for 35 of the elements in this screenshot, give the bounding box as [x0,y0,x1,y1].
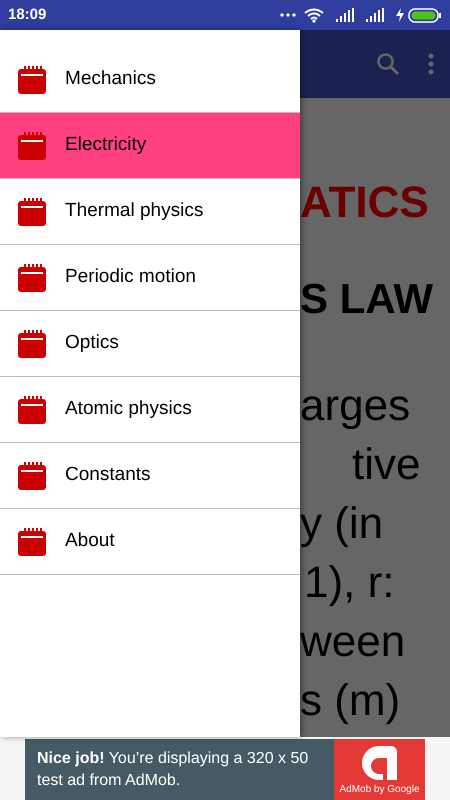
drawer-item[interactable]: Periodic motion [0,245,300,311]
body-text-line: 1), r: [303,557,396,609]
clock-time: 18:09 [8,4,46,25]
drawer-item[interactable]: Atomic physics [0,377,300,443]
calendar-icon [17,526,47,556]
drawer-item[interactable]: Thermal physics [0,179,300,245]
calendar-icon [17,328,47,358]
calendar-icon [17,460,47,490]
calendar-icon [17,196,47,226]
body-text-line: s (m) [300,675,402,727]
calendar-icon [17,394,47,424]
body-text-line: arges [300,380,412,432]
ad-text: Nice job! You’re displaying a 320 x 50 test ad from AdMob. [37,748,310,790]
logo-icon [360,744,398,780]
battery-icon [408,8,442,22]
drawer-item[interactable]: Constants [0,443,300,509]
brand-text: AdMob by Google [339,784,420,796]
heading-text: ATICS [300,178,430,228]
drawer-item[interactable]: Mechanics [0,47,300,113]
dots-icon [280,13,296,17]
wifi-icon [304,8,324,22]
calendar-icon [17,262,47,292]
body-text-line: y (in [300,498,384,550]
signal-icon [366,8,384,22]
more-options-icon[interactable] [428,53,434,75]
charging-icon [396,8,404,22]
drawer-item[interactable]: Optics [0,311,300,377]
drawer-item[interactable]: Electricity [0,113,300,179]
drawer-item[interactable]: About [0,509,300,575]
calendar-icon [17,64,47,94]
signal-icon [336,8,354,22]
subheading-text: S LAW [300,274,434,324]
calendar-icon [17,130,47,160]
body-text-line: tive [351,439,422,491]
search-icon[interactable] [376,52,400,76]
